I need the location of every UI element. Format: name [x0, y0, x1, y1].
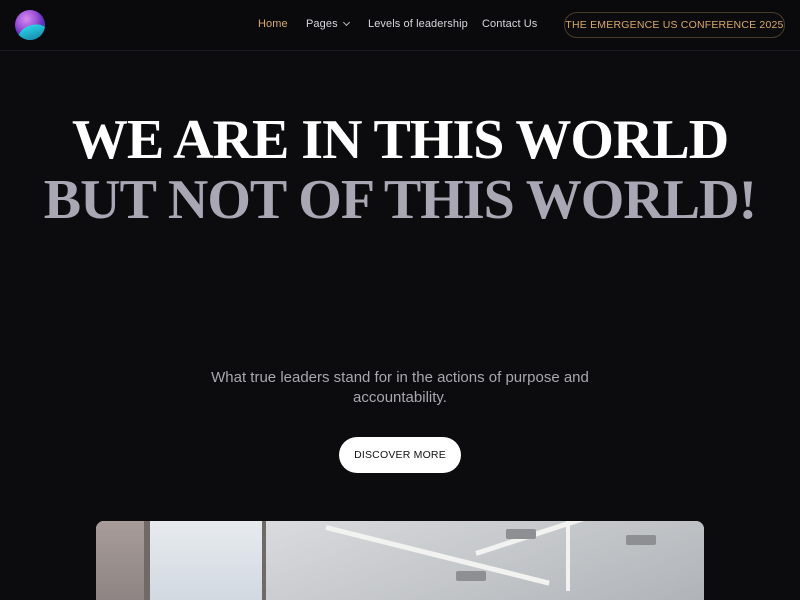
image-ceiling: [266, 521, 704, 600]
nav-item-pages-label: Pages: [306, 18, 338, 30]
hero-title-line-1: WE ARE IN THIS WORLD: [71, 109, 729, 171]
nav-item-contact-us[interactable]: Contact Us: [482, 18, 537, 30]
chevron-down-icon: [342, 18, 350, 27]
image-window-area: [96, 521, 266, 600]
nav-item-pages[interactable]: Pages: [306, 18, 350, 30]
nav-item-home[interactable]: Home: [258, 18, 288, 30]
conference-button[interactable]: THE EMERGENCE US CONFERENCE 2025: [564, 12, 785, 38]
hero-title: WE ARE IN THIS WORLD BUT NOT OF THIS WOR…: [0, 110, 800, 230]
hero-title-line-2: BUT NOT OF THIS WORLD!: [43, 169, 757, 231]
conference-room-image: [96, 521, 704, 600]
top-navigation-bar: Home Pages Levels of leadership Contact …: [0, 0, 800, 51]
nav-item-levels-of-leadership[interactable]: Levels of leadership: [368, 18, 468, 30]
hero-subtitle: What true leaders stand for in the actio…: [211, 369, 589, 406]
site-logo[interactable]: [15, 10, 45, 40]
discover-more-button[interactable]: DISCOVER MORE: [339, 437, 461, 473]
image-ceiling-vent: [456, 571, 486, 581]
image-ceiling-vent: [626, 535, 656, 545]
image-ceiling-vent: [506, 529, 536, 539]
image-window-frame: [144, 521, 150, 600]
image-light-fixture: [566, 521, 570, 591]
